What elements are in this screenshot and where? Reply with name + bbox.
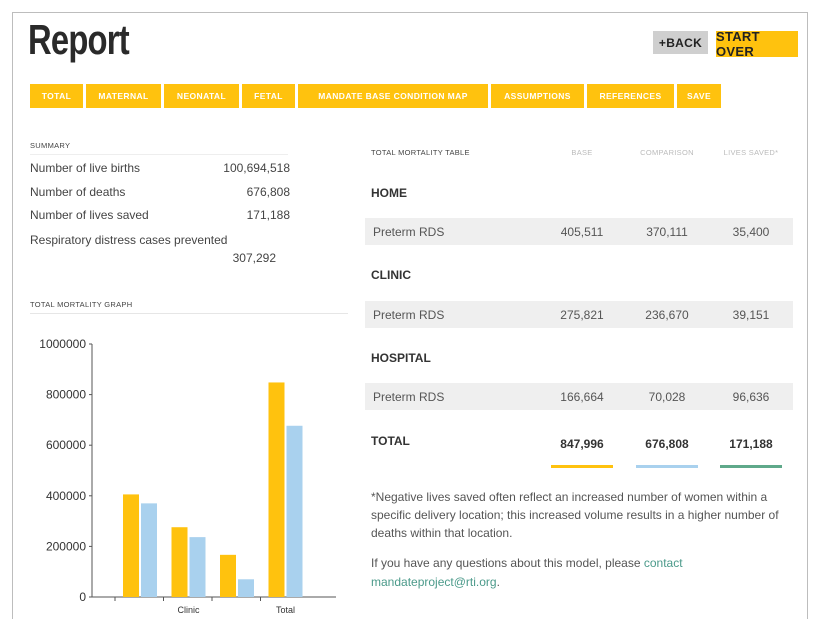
section-clinic: CLINIC bbox=[371, 268, 411, 282]
summary-value: 307,292 bbox=[232, 251, 276, 265]
saved-underline bbox=[720, 465, 782, 468]
summary-row: Number of lives saved 171,188 bbox=[30, 208, 290, 222]
table-heading: TOTAL MORTALITY TABLE bbox=[371, 148, 470, 157]
row-label: Preterm RDS bbox=[373, 225, 445, 239]
total-saved: 171,188 bbox=[729, 437, 773, 451]
base-value: 166,664 bbox=[560, 390, 604, 404]
divider bbox=[30, 313, 348, 314]
saved-value: 39,151 bbox=[732, 308, 770, 322]
bar bbox=[286, 425, 303, 597]
contact-prefix: If you have any questions about this mod… bbox=[371, 556, 644, 570]
comparison-value: 70,028 bbox=[648, 390, 686, 404]
summary-value: 171,188 bbox=[246, 208, 290, 222]
x-tick-label: Total bbox=[276, 605, 295, 615]
base-value: 275,821 bbox=[560, 308, 604, 322]
column-header-lives-saved: LIVES SAVED* bbox=[723, 148, 779, 157]
y-tick-label: 1000000 bbox=[39, 337, 86, 351]
table-row: Preterm RDS 405,511 370,111 35,400 bbox=[365, 218, 793, 245]
summary-row: Number of deaths 676,808 bbox=[30, 185, 290, 199]
tab-fetal[interactable]: FETAL bbox=[242, 84, 295, 108]
tab-assumptions[interactable]: ASSUMPTIONS bbox=[491, 84, 584, 108]
bar bbox=[141, 503, 157, 597]
summary-heading: SUMMARY bbox=[30, 141, 71, 150]
tab-mandate-base-condition-map[interactable]: MANDATE BASE CONDITION MAP bbox=[298, 84, 488, 108]
contact-text: If you have any questions about this mod… bbox=[371, 554, 783, 592]
summary-label: Number of deaths bbox=[30, 185, 126, 199]
contact-end: . bbox=[496, 575, 500, 589]
total-comparison: 676,808 bbox=[645, 437, 689, 451]
row-label: Preterm RDS bbox=[373, 308, 445, 322]
start-over-button[interactable]: START OVER bbox=[716, 29, 798, 59]
y-tick-label: 0 bbox=[79, 590, 86, 604]
saved-value: 96,636 bbox=[732, 390, 770, 404]
summary-label: Number of lives saved bbox=[30, 208, 149, 222]
tab-references[interactable]: REFERENCES bbox=[587, 84, 674, 108]
tab-bar: TOTAL MATERNAL NEONATAL FETAL MANDATE BA… bbox=[30, 84, 721, 108]
table-row: Preterm RDS 275,821 236,670 39,151 bbox=[365, 301, 793, 328]
summary-label: Respiratory distress cases prevented bbox=[30, 233, 228, 247]
y-tick-label: 800000 bbox=[46, 388, 86, 402]
comparison-value: 236,670 bbox=[645, 308, 689, 322]
bar bbox=[238, 579, 254, 597]
base-value: 405,511 bbox=[560, 225, 604, 239]
column-header-comparison: COMPARISON bbox=[640, 148, 694, 157]
y-tick-label: 200000 bbox=[46, 539, 86, 553]
divider bbox=[30, 154, 288, 155]
saved-value: 35,400 bbox=[732, 225, 770, 239]
y-tick-label: 400000 bbox=[46, 489, 86, 503]
bar bbox=[189, 537, 206, 597]
column-header-base: BASE bbox=[571, 148, 593, 157]
summary-value: 100,694,518 bbox=[223, 161, 290, 175]
base-underline bbox=[551, 465, 613, 468]
table-row: Preterm RDS 166,664 70,028 96,636 bbox=[365, 383, 793, 410]
footnote: *Negative lives saved often reflect an i… bbox=[371, 490, 779, 540]
back-button[interactable]: +BACK bbox=[653, 31, 708, 54]
bar bbox=[268, 382, 285, 597]
total-label: TOTAL bbox=[371, 434, 410, 448]
total-mortality-chart: 1000000 800000 600000 400000 200000 0 Clinic To… bbox=[39, 337, 336, 615]
summary-value: 676,808 bbox=[246, 185, 290, 199]
tab-neonatal[interactable]: NEONATAL bbox=[164, 84, 239, 108]
x-tick-label: Clinic bbox=[177, 605, 200, 615]
section-home: HOME bbox=[371, 186, 407, 200]
row-label: Preterm RDS bbox=[373, 390, 445, 404]
summary-row: Number of live births 100,694,518 bbox=[30, 161, 290, 175]
comparison-underline bbox=[636, 465, 698, 468]
summary-label: Number of live births bbox=[30, 161, 141, 175]
tab-save[interactable]: SAVE bbox=[677, 84, 721, 108]
total-base: 847,996 bbox=[560, 437, 604, 451]
comparison-value: 370,111 bbox=[646, 225, 688, 239]
bar bbox=[171, 527, 188, 597]
bar bbox=[123, 494, 139, 597]
tab-total[interactable]: TOTAL bbox=[30, 84, 83, 108]
summary-row: Respiratory distress cases prevented 307… bbox=[30, 233, 290, 273]
section-hospital: HOSPITAL bbox=[371, 351, 431, 365]
bar bbox=[220, 554, 236, 597]
graph-heading: TOTAL MORTALITY GRAPH bbox=[30, 300, 133, 309]
page-title: Report bbox=[28, 16, 130, 63]
tab-maternal[interactable]: MATERNAL bbox=[86, 84, 161, 108]
y-tick-label: 600000 bbox=[46, 438, 86, 452]
